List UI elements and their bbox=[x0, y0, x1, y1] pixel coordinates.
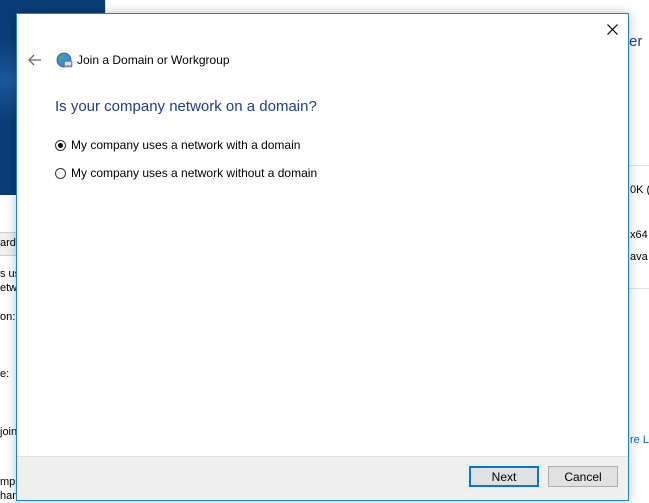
bg-text-fragment: on: bbox=[0, 311, 16, 323]
dialog-header: Join a Domain or Workgroup bbox=[25, 49, 230, 71]
bg-text-fragment: etw bbox=[0, 282, 16, 294]
option-with-domain[interactable]: My company uses a network with a domain bbox=[55, 138, 300, 152]
back-arrow-icon bbox=[28, 54, 41, 66]
dialog-footer: Next Cancel bbox=[17, 456, 628, 500]
network-globe-icon bbox=[56, 52, 73, 68]
bg-text-fragment: ava bbox=[630, 251, 648, 263]
background-window-top bbox=[105, 0, 630, 12]
dialog-title: Join a Domain or Workgroup bbox=[77, 53, 230, 67]
bg-text-fragment: hang bbox=[0, 490, 16, 502]
bg-text-fragment: s us bbox=[0, 268, 16, 280]
bg-link-fragment[interactable]: re L bbox=[630, 434, 649, 446]
bg-text-fragment: mpu bbox=[0, 476, 16, 488]
join-domain-dialog: Join a Domain or Workgroup Is your compa… bbox=[16, 13, 629, 501]
question-heading: Is your company network on a domain? bbox=[55, 98, 317, 115]
option-label: My company uses a network without a doma… bbox=[71, 166, 318, 180]
close-icon bbox=[606, 23, 618, 35]
bg-text-fragment: er bbox=[629, 33, 643, 50]
option-without-domain[interactable]: My company uses a network without a doma… bbox=[55, 166, 317, 180]
back-button[interactable] bbox=[25, 50, 45, 70]
bg-text-fragment: 0K ( bbox=[630, 184, 649, 196]
option-label: My company uses a network with a domain bbox=[71, 138, 301, 152]
bg-text-fragment: x64 bbox=[630, 229, 648, 241]
bg-text-fragment: join bbox=[0, 426, 16, 438]
close-button[interactable] bbox=[596, 14, 628, 44]
next-button[interactable]: Next bbox=[469, 466, 539, 487]
bg-text-fragment: e: bbox=[0, 368, 10, 380]
radio-with-domain[interactable] bbox=[55, 139, 66, 151]
radio-without-domain[interactable] bbox=[55, 167, 66, 179]
cancel-button[interactable]: Cancel bbox=[548, 466, 618, 487]
bg-text-fragment: ardv bbox=[0, 237, 16, 249]
